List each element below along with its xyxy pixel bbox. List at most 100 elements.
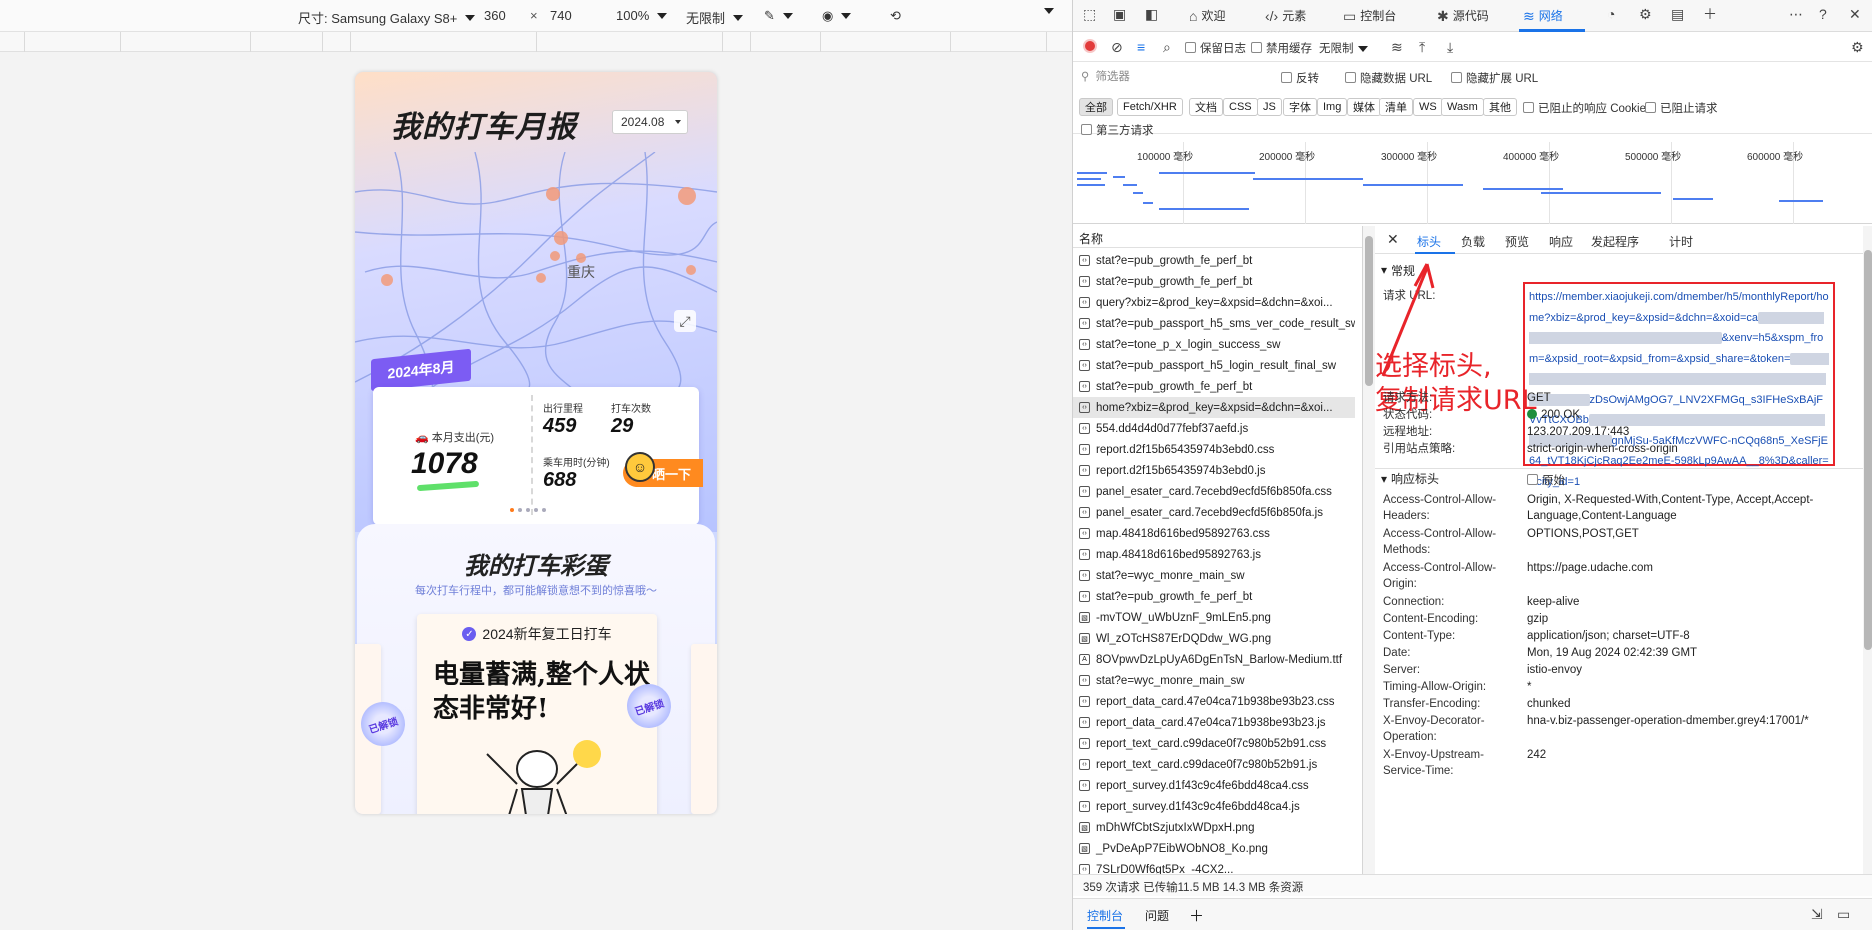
application-icon[interactable]: ▤: [1671, 7, 1684, 21]
request-row[interactable]: ‹› report.d2f15b65435974b3ebd0.js: [1073, 460, 1355, 481]
close-icon[interactable]: ✕: [1849, 7, 1861, 21]
request-row[interactable]: ‹› stat?e=wyc_monre_main_sw: [1073, 565, 1355, 586]
throttle-select[interactable]: 无限制: [686, 8, 744, 27]
request-row[interactable]: ‹› report_survey.d1f43c9c4fe6bdd48ca4.css: [1073, 775, 1355, 796]
hide-ext-url-checkbox[interactable]: 隐藏扩展 URL: [1451, 70, 1538, 86]
network-throttle-select[interactable]: 无限制: [1319, 40, 1368, 56]
type-css[interactable]: CSS: [1223, 98, 1258, 116]
eyedropper-icon[interactable]: ✎: [764, 8, 793, 24]
tab-network[interactable]: ≋ 网络: [1523, 7, 1563, 24]
tab-sources[interactable]: ✱ 源代码: [1437, 7, 1489, 24]
request-row[interactable]: ‹› stat?e=pub_growth_fe_perf_bt: [1073, 250, 1355, 271]
export-har-icon[interactable]: ⤓: [1447, 40, 1453, 54]
response-header-value[interactable]: OPTIONS,POST,GET: [1527, 526, 1847, 542]
performance-icon[interactable]: ◔: [1607, 7, 1615, 21]
request-row[interactable]: ‹› stat?e=pub_growth_fe_perf_bt: [1073, 586, 1355, 607]
preserve-log-checkbox[interactable]: 保留日志: [1185, 40, 1246, 56]
type-js[interactable]: JS: [1257, 98, 1282, 116]
filter-icon[interactable]: ≡: [1137, 40, 1145, 54]
request-row[interactable]: ‹› home?xbiz=&prod_key=&xpsid=&dchn=&xoi.…: [1073, 397, 1355, 418]
type-all[interactable]: 全部: [1079, 98, 1113, 116]
dock-icon[interactable]: ⇲: [1811, 907, 1823, 921]
type-wasm[interactable]: Wasm: [1441, 98, 1484, 116]
type-ws[interactable]: WS: [1413, 98, 1443, 116]
general-value[interactable]: strict-origin-when-cross-origin: [1527, 441, 1847, 457]
add-drawer-tab-icon[interactable]: ＋: [1189, 905, 1204, 926]
month-select[interactable]: 2024.08: [612, 110, 688, 134]
drawer-tab-console[interactable]: 控制台: [1087, 907, 1123, 924]
response-header-value[interactable]: 242: [1527, 747, 1847, 763]
response-header-value[interactable]: gzip: [1527, 611, 1847, 627]
request-row[interactable]: ‹› panel_esater_card.7ecebd9ecfd5f6b850fa…: [1073, 481, 1355, 502]
add-tab-icon[interactable]: ＋: [1703, 7, 1717, 21]
expand-icon[interactable]: ⤢: [674, 310, 696, 332]
response-header-value[interactable]: chunked: [1527, 696, 1847, 712]
response-headers-toggle[interactable]: ▾ 响应标头 原始: [1375, 468, 1863, 488]
request-row[interactable]: ‹› report.d2f15b65435974b3ebd0.css: [1073, 439, 1355, 460]
disable-cache-checkbox[interactable]: 禁用缓存: [1251, 40, 1312, 56]
width-input[interactable]: 360: [484, 8, 506, 23]
response-header-value[interactable]: *: [1527, 679, 1847, 695]
sidebar-toggle-icon[interactable]: ◧: [1145, 7, 1158, 21]
blocked-request-checkbox[interactable]: 已阻止请求: [1645, 100, 1718, 116]
network-settings-icon[interactable]: ⚙: [1851, 40, 1864, 54]
blocked-cookie-checkbox[interactable]: 已阻止的响应 Cookie: [1523, 100, 1646, 116]
request-row[interactable]: ▧ _PvDeApP7EibWObNO8_Ko.png: [1073, 838, 1355, 859]
type-img[interactable]: Img: [1317, 98, 1348, 116]
detail-scroll-thumb[interactable]: [1864, 250, 1872, 650]
response-header-value[interactable]: Mon, 19 Aug 2024 02:42:39 GMT: [1527, 645, 1847, 661]
settings-gear-icon[interactable]: ⚙: [1639, 7, 1652, 21]
height-input[interactable]: 740: [550, 8, 572, 23]
tab-response[interactable]: 响应: [1549, 233, 1573, 250]
side-card-right[interactable]: [691, 644, 717, 814]
request-row[interactable]: ‹› map.48418d616bed95892763.css: [1073, 523, 1355, 544]
request-row[interactable]: ▧ -mvTOW_uWbUznF_9mLEn5.png: [1073, 607, 1355, 628]
tab-console[interactable]: ▭ 控制台: [1343, 7, 1396, 24]
request-row[interactable]: ‹› 7SLrD0Wf6gt5Px_-4CX2...: [1073, 859, 1355, 874]
type-media[interactable]: 媒体: [1347, 98, 1381, 116]
media-query-ruler[interactable]: [0, 32, 1072, 52]
type-manifest[interactable]: 清单: [1379, 98, 1413, 116]
more-options-icon[interactable]: [1040, 8, 1054, 14]
request-row[interactable]: ‹› report_data_card.47e04ca71b938be93b23.…: [1073, 691, 1355, 712]
inspect-icon[interactable]: ⬚: [1083, 7, 1096, 21]
type-doc[interactable]: 文档: [1189, 98, 1223, 116]
filter-input[interactable]: ⚲ 筛选器: [1081, 67, 1231, 85]
request-row[interactable]: ‹› stat?e=tone_p_x_login_success_sw: [1073, 334, 1355, 355]
response-header-value[interactable]: keep-alive: [1527, 594, 1847, 610]
request-row[interactable]: ‹› stat?e=pub_growth_fe_perf_bt: [1073, 271, 1355, 292]
network-overview-timeline[interactable]: 100000 毫秒 200000 毫秒 300000 毫秒 400000 毫秒 …: [1073, 142, 1872, 224]
easter-egg-card[interactable]: ✓ 2024新年复工日打车 电量蓄满,整个人状态非常好!: [417, 614, 657, 814]
request-row[interactable]: ‹› stat?e=pub_passport_h5_sms_ver_code_re…: [1073, 313, 1355, 334]
type-font[interactable]: 字体: [1283, 98, 1317, 116]
request-row[interactable]: ‹› stat?e=wyc_monre_main_sw: [1073, 670, 1355, 691]
close-drawer-icon[interactable]: ▭: [1837, 907, 1850, 921]
third-party-checkbox[interactable]: 第三方请求: [1081, 122, 1154, 138]
help-icon[interactable]: ?: [1819, 7, 1827, 21]
invert-checkbox[interactable]: 反转: [1281, 70, 1319, 86]
response-header-value[interactable]: hna-v.biz-passenger-operation-dmember.gr…: [1527, 713, 1847, 729]
device-select[interactable]: 尺寸: Samsung Galaxy S8+: [298, 8, 476, 27]
request-row[interactable]: ‹› report_text_card.c99dace0f7c980b52b91.…: [1073, 733, 1355, 754]
tab-payload[interactable]: 负载: [1461, 233, 1485, 250]
type-other[interactable]: 其他: [1483, 98, 1517, 116]
response-header-value[interactable]: istio-envoy: [1527, 662, 1847, 678]
request-row[interactable]: ‹› report_text_card.c99dace0f7c980b52b91.…: [1073, 754, 1355, 775]
response-header-value[interactable]: application/json; charset=UTF-8: [1527, 628, 1847, 644]
import-har-icon[interactable]: ⤒: [1419, 40, 1425, 54]
search-icon[interactable]: ⌕: [1163, 40, 1171, 54]
request-row[interactable]: ‹› map.48418d616bed95892763.js: [1073, 544, 1355, 565]
request-row[interactable]: ▧ mDhWfCbtSzjutxIxWDpxH.png: [1073, 817, 1355, 838]
device-toggle-icon[interactable]: ▣: [1113, 7, 1126, 21]
general-value[interactable]: GET: [1527, 390, 1847, 406]
request-row[interactable]: ‹› stat?e=pub_passport_h5_login_result_fi…: [1073, 355, 1355, 376]
tab-elements[interactable]: ‹/› 元素: [1265, 7, 1306, 24]
request-row[interactable]: ‹› report_survey.d1f43c9c4fe6bdd48ca4.js: [1073, 796, 1355, 817]
request-row[interactable]: A 8OVpwvDzLpUyA6DgEnTsN_Barlow-Medium.ttf: [1073, 649, 1355, 670]
name-column-header[interactable]: 名称: [1073, 226, 1362, 248]
network-conditions-icon[interactable]: ≋: [1391, 40, 1403, 54]
tab-preview[interactable]: 预览: [1505, 233, 1529, 250]
request-row[interactable]: ‹› report_data_card.47e04ca71b938be93b23.…: [1073, 712, 1355, 733]
general-value[interactable]: 200 OK: [1527, 407, 1847, 423]
tab-headers[interactable]: 标头: [1417, 233, 1441, 250]
